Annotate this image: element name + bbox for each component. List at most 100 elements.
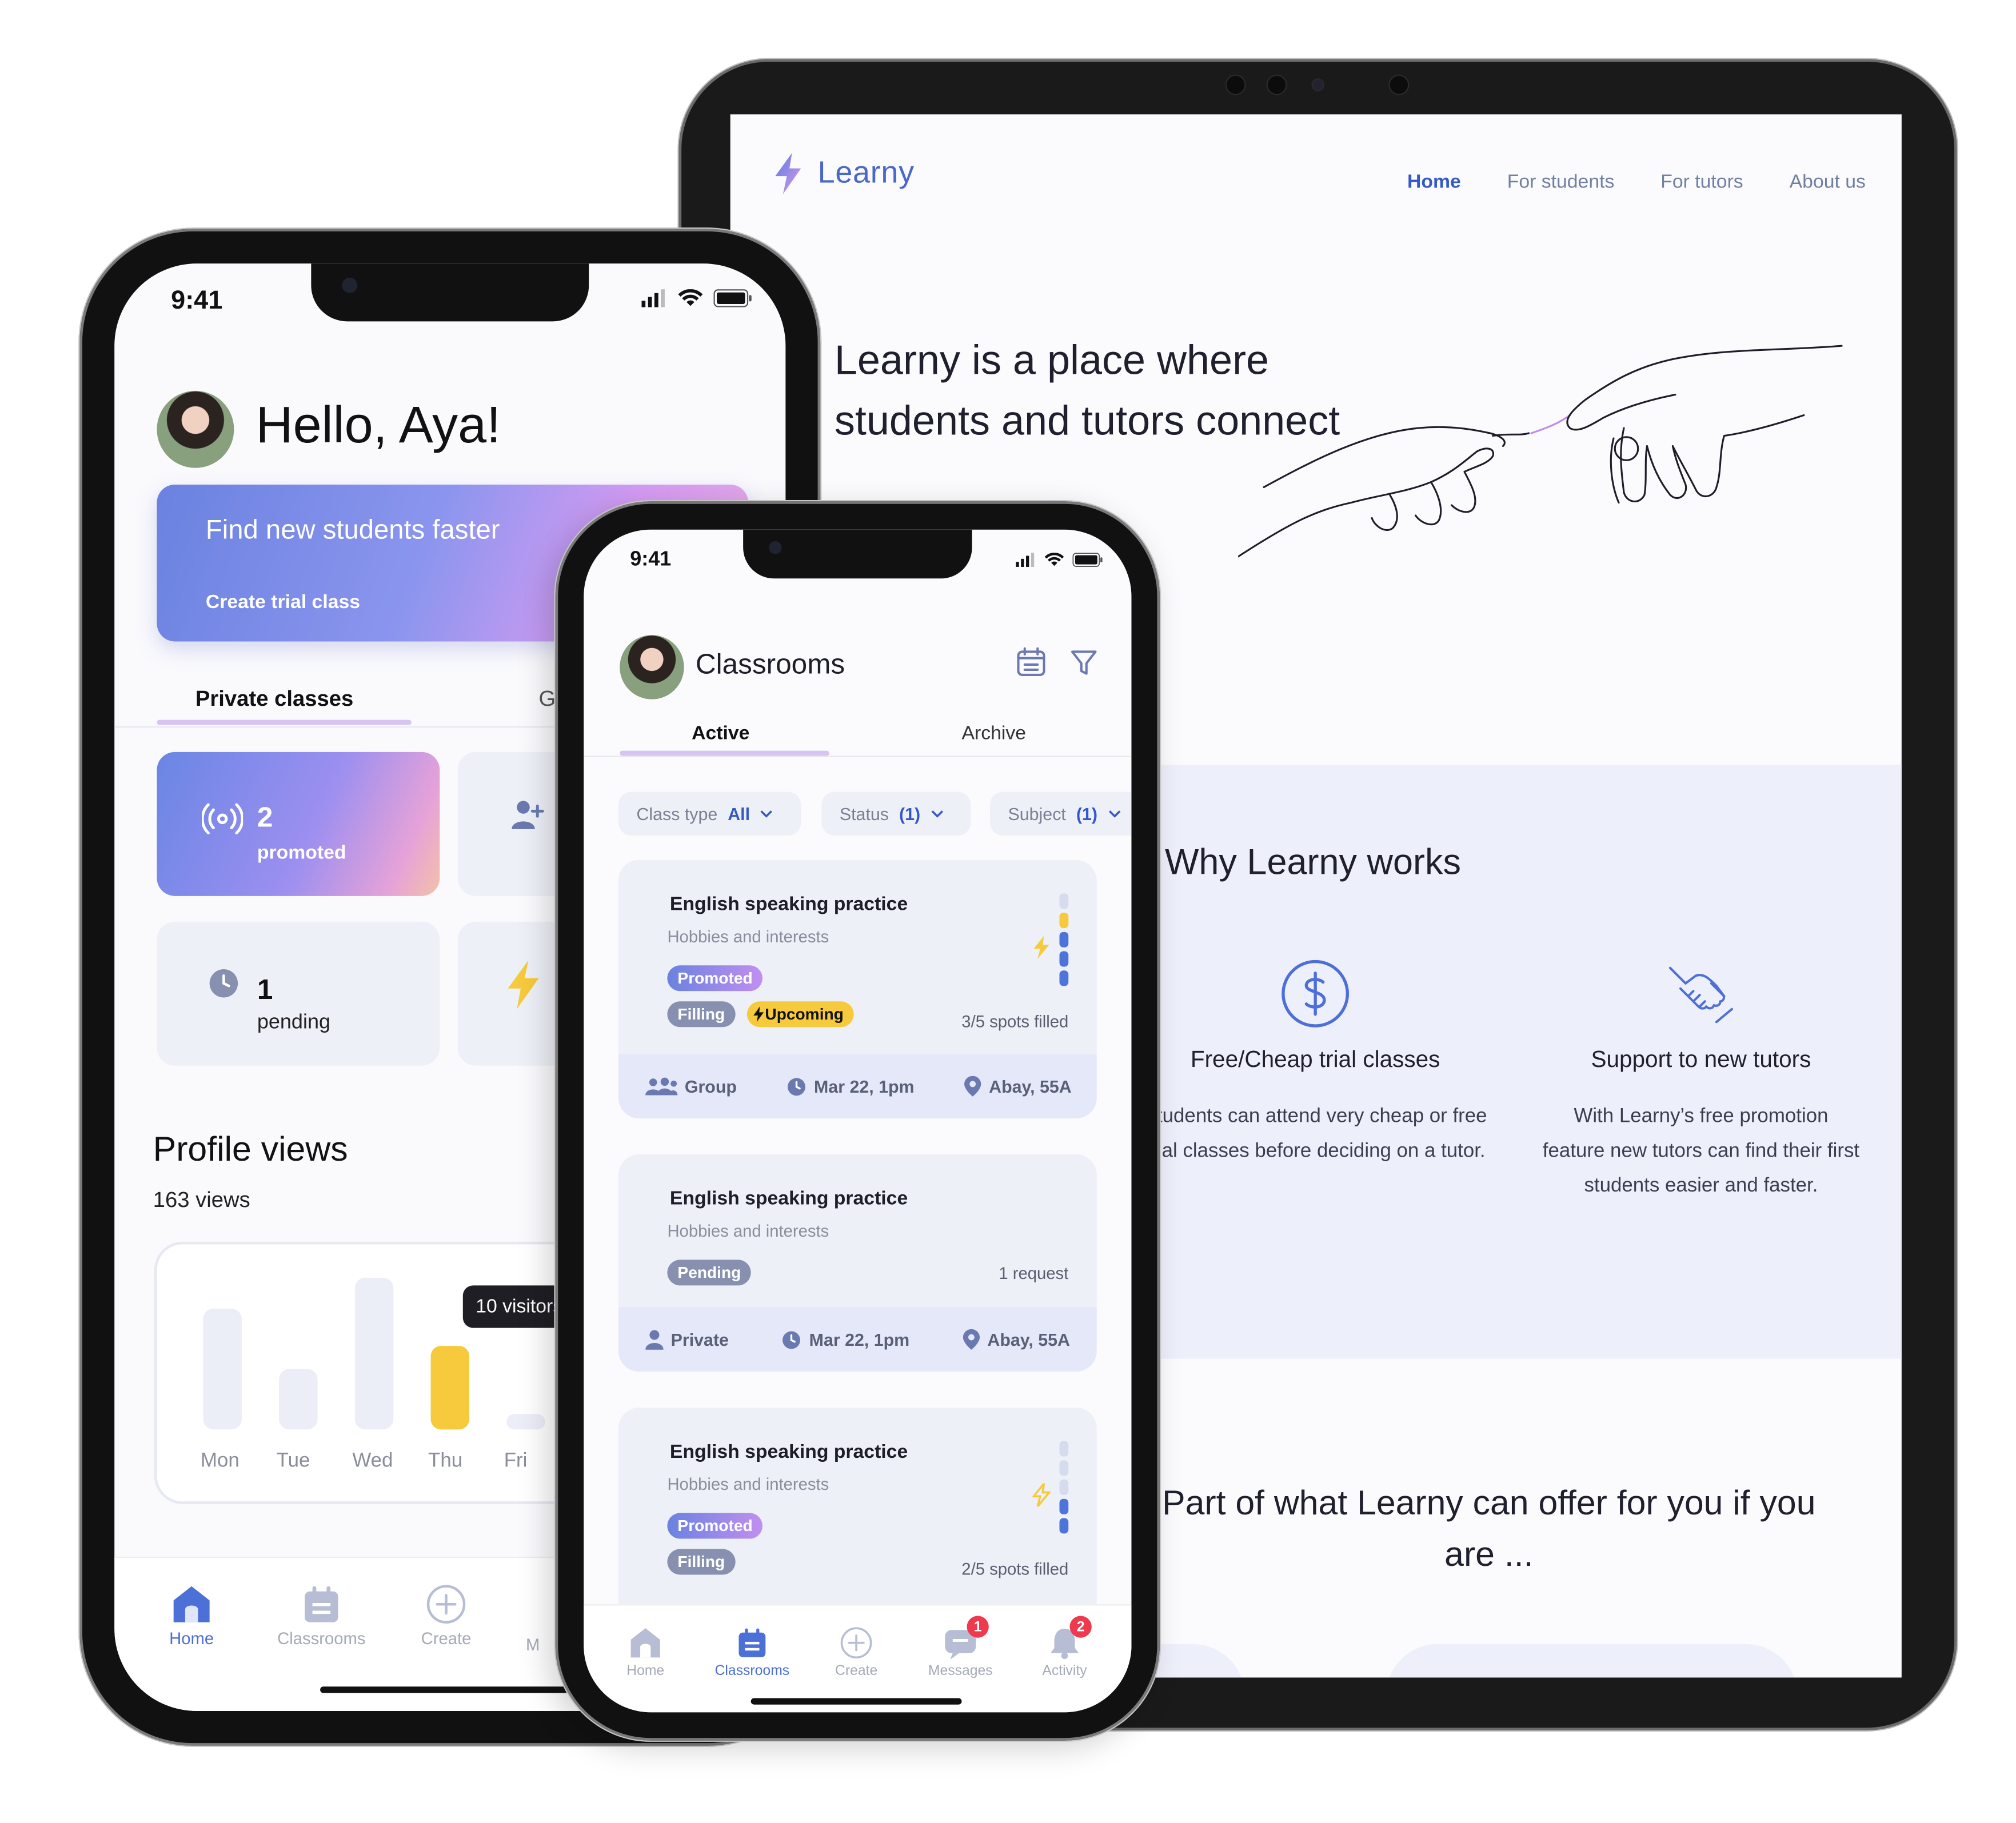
class-title: English speaking practice (669, 893, 908, 916)
signal-icon (641, 289, 665, 307)
nav-messages[interactable]: Messages 1 (918, 1616, 1003, 1679)
nav-classrooms[interactable]: Classrooms (705, 1626, 800, 1679)
lightning-icon (508, 960, 539, 1009)
phone-classrooms-screen: 9:41 Classrooms Active Archive Class typ… (584, 529, 1132, 1713)
class-type: Group (644, 1077, 737, 1096)
wifi-icon (678, 289, 703, 306)
site-logo-text: Learny (817, 155, 915, 190)
nav-messages[interactable]: M (526, 1635, 552, 1654)
calendar-icon[interactable] (1016, 646, 1047, 677)
spot-segment (1059, 1441, 1069, 1457)
calendar-icon (738, 1628, 766, 1657)
filter-subject[interactable]: Subject (1) (990, 791, 1132, 836)
class-date: Mar 22, 1pm (782, 1330, 909, 1349)
class-location: Abay, 55A (963, 1329, 1070, 1350)
chart-bar-mon[interactable] (203, 1308, 242, 1430)
filter-status[interactable]: Status (1) (821, 791, 971, 836)
spot-segment (1059, 1498, 1069, 1514)
tab-group-classes[interactable]: G (538, 686, 556, 712)
nav-label: Home (626, 1663, 665, 1679)
tablet-sensor (1311, 78, 1324, 91)
class-subtitle: Hobbies and interests (667, 1474, 829, 1494)
nav-create[interactable]: Create (818, 1626, 895, 1679)
class-subtitle: Hobbies and interests (667, 926, 829, 946)
nav-link-for-tutors[interactable]: For tutors (1660, 171, 1743, 193)
filter-value: (1) (1076, 803, 1097, 823)
chart-bar-wed[interactable] (354, 1277, 394, 1430)
tab-private-classes[interactable]: Private classes (195, 686, 353, 712)
nav-home[interactable]: Home (607, 1626, 684, 1679)
banner-cta[interactable]: Create trial class (206, 591, 360, 613)
status-badge-filling: Filling (667, 1549, 736, 1575)
request-count: 1 request (999, 1264, 1069, 1283)
spots-progress (1059, 893, 1069, 990)
spot-segment (1059, 951, 1069, 967)
chart-bar-thu[interactable] (430, 1346, 470, 1430)
spot-segment (1059, 1460, 1069, 1476)
nav-link-for-students[interactable]: For students (1507, 171, 1615, 193)
filter-label: Class type (636, 803, 718, 823)
feature-support-tutors: Support to new tutors With Learny’s free… (1540, 958, 1862, 1204)
home-indicator (320, 1686, 577, 1693)
feature-description: With Learny’s free promotion feature new… (1542, 1105, 1860, 1197)
filter-icon[interactable] (1070, 648, 1098, 676)
stat-promoted[interactable]: 2 promoted (157, 751, 440, 896)
tab-active-indicator (620, 750, 829, 756)
spot-segment (1059, 932, 1069, 948)
feature-title: Free/Cheap trial classes (1190, 1046, 1440, 1072)
spot-segment (1059, 893, 1069, 909)
tablet-camera (1266, 74, 1287, 95)
tab-archive[interactable]: Archive (962, 722, 1027, 744)
phone-notch (311, 263, 589, 322)
class-meta-row: Group Mar 22, 1pm Abay, 55A (618, 1054, 1097, 1118)
why-learny-heading: Why Learny works (1164, 842, 1461, 882)
stat-value: 2 (257, 801, 273, 833)
greeting-heading: Hello, Aya! (256, 397, 501, 454)
status-time: 9:41 (171, 286, 223, 315)
home-icon (173, 1586, 210, 1622)
chart-tick-label: Mon (200, 1450, 239, 1472)
battery-icon (1072, 553, 1103, 567)
feature-trial-classes: Free/Cheap trial classes Students can at… (1129, 958, 1502, 1169)
chart-bar-fri[interactable] (506, 1414, 545, 1430)
plus-circle-icon (426, 1585, 466, 1624)
profile-views-count: 163 views (153, 1188, 250, 1213)
nav-home[interactable]: Home (153, 1584, 230, 1648)
class-type: Private (645, 1329, 729, 1350)
nav-link-home[interactable]: Home (1407, 171, 1461, 193)
class-title: English speaking practice (669, 1188, 908, 1210)
chart-bar-tue[interactable] (279, 1369, 318, 1430)
home-icon (630, 1628, 660, 1658)
class-card[interactable]: English speaking practice Hobbies and in… (618, 1154, 1097, 1372)
clock-icon (788, 1077, 806, 1096)
status-badge-filling: Filling (667, 1001, 736, 1028)
chart-tick-label: Tue (276, 1450, 310, 1472)
nav-create[interactable]: Create (408, 1584, 485, 1648)
site-logo[interactable]: Learny (772, 153, 915, 194)
nav-label: Activity (1042, 1663, 1087, 1679)
filter-class-type[interactable]: Class type All (618, 791, 801, 836)
class-title: English speaking practice (669, 1441, 908, 1463)
clock-icon (209, 969, 238, 998)
class-card[interactable]: English speaking practice Hobbies and in… (618, 859, 1097, 1118)
audience-card[interactable] (1386, 1644, 1798, 1678)
avatar[interactable] (620, 635, 684, 699)
nav-activity[interactable]: Activity 2 (1026, 1616, 1103, 1679)
avatar[interactable] (157, 390, 234, 468)
stat-pending[interactable]: 1 pending (157, 921, 440, 1066)
filter-label: Status (839, 803, 889, 823)
location-pin-icon (964, 1076, 981, 1097)
tab-active[interactable]: Active (692, 722, 749, 744)
phone-classrooms-device: 9:41 Classrooms Active Archive Class typ… (555, 501, 1160, 1741)
status-badge-upcoming: Upcoming (746, 1001, 854, 1028)
nav-label: Create (835, 1663, 878, 1679)
nav-classrooms[interactable]: Classrooms (264, 1584, 379, 1648)
tab-active-indicator (157, 719, 412, 725)
notification-badge: 2 (1069, 1616, 1092, 1638)
lightning-logo-icon (775, 153, 801, 194)
filter-label: Subject (1008, 803, 1066, 823)
feature-description: Students can attend very cheap or free t… (1143, 1105, 1487, 1162)
lightning-icon (1032, 1483, 1051, 1507)
class-card[interactable]: English speaking practice Hobbies and in… (618, 1408, 1097, 1626)
nav-link-about-us[interactable]: About us (1790, 171, 1866, 193)
